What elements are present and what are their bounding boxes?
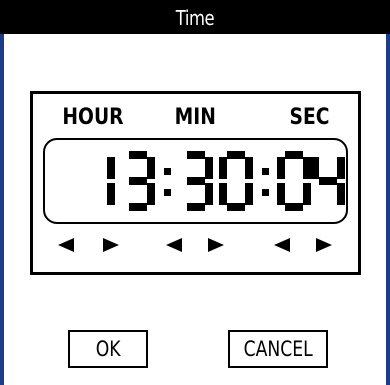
- hour-label: HOUR: [62, 105, 124, 130]
- lcd-segment-f: [219, 157, 227, 179]
- lcd-segment-d: [187, 203, 205, 211]
- minute-digit: [187, 151, 213, 211]
- second-decrement-button[interactable]: [273, 237, 291, 253]
- lcd-segment-b: [107, 157, 115, 179]
- lcd-segment-a: [285, 151, 303, 159]
- lcd-segment-e: [277, 183, 285, 205]
- minute-digit: [219, 151, 253, 211]
- lcd-segment-c: [337, 183, 345, 205]
- lcd-segment-c: [303, 183, 311, 205]
- lcd-segment-b: [147, 157, 155, 179]
- lcd-segment-b: [337, 157, 345, 179]
- triangle-left-icon: [58, 238, 74, 252]
- lcd-colon-dot: [262, 189, 269, 196]
- lcd-segment-d: [227, 203, 245, 211]
- lcd-colon-dot: [164, 168, 171, 175]
- second-digit: [277, 151, 311, 211]
- hour-digit: [129, 151, 155, 211]
- lcd-segment-a: [129, 151, 147, 159]
- lcd-segment-a: [187, 151, 205, 159]
- lcd-segment-c: [205, 183, 213, 205]
- second-digit: [311, 157, 345, 205]
- lcd-digits: [107, 151, 345, 211]
- triangle-right-icon: [316, 238, 332, 252]
- lcd-segment-g: [129, 177, 147, 185]
- lcd-segment-g: [187, 177, 205, 185]
- lcd-segment-d: [129, 203, 147, 211]
- second-increment-button[interactable]: [315, 237, 333, 253]
- triangle-right-icon: [208, 238, 224, 252]
- lcd-segment-b: [303, 157, 311, 179]
- minute-decrement-button[interactable]: [165, 237, 183, 253]
- triangle-right-icon: [103, 238, 119, 252]
- lcd-display: [43, 138, 348, 224]
- lcd-segment-c: [107, 183, 115, 205]
- lcd-segment-b: [205, 157, 213, 179]
- minute-label: MIN: [174, 105, 216, 130]
- window-left-edge: [0, 34, 4, 385]
- second-label: SEC: [289, 105, 330, 130]
- triangle-left-icon: [166, 238, 182, 252]
- window-title: Time: [175, 6, 215, 30]
- hour-decrement-button[interactable]: [57, 237, 75, 253]
- lcd-colon: [262, 168, 269, 196]
- hour-digit: [107, 157, 115, 205]
- triangle-left-icon: [274, 238, 290, 252]
- ok-button[interactable]: OK: [68, 330, 148, 368]
- lcd-segment-c: [147, 183, 155, 205]
- hour-increment-button[interactable]: [102, 237, 120, 253]
- minute-increment-button[interactable]: [207, 237, 225, 253]
- lcd-segment-d: [285, 203, 303, 211]
- time-panel: HOUR MIN SEC: [30, 91, 361, 275]
- lcd-segment-c: [245, 183, 253, 205]
- lcd-segment-f: [277, 157, 285, 179]
- lcd-segment-a: [227, 151, 245, 159]
- cancel-button[interactable]: CANCEL: [228, 330, 328, 368]
- lcd-colon: [164, 168, 171, 196]
- lcd-segment-b: [245, 157, 253, 179]
- cancel-button-label: CANCEL: [243, 337, 313, 361]
- lcd-segment-g: [319, 177, 337, 185]
- lcd-colon-dot: [262, 168, 269, 175]
- lcd-segment-e: [219, 183, 227, 205]
- ok-button-label: OK: [95, 337, 121, 361]
- window-right-edge: [386, 34, 390, 385]
- lcd-colon-dot: [164, 189, 171, 196]
- lcd-segment-f: [311, 157, 319, 179]
